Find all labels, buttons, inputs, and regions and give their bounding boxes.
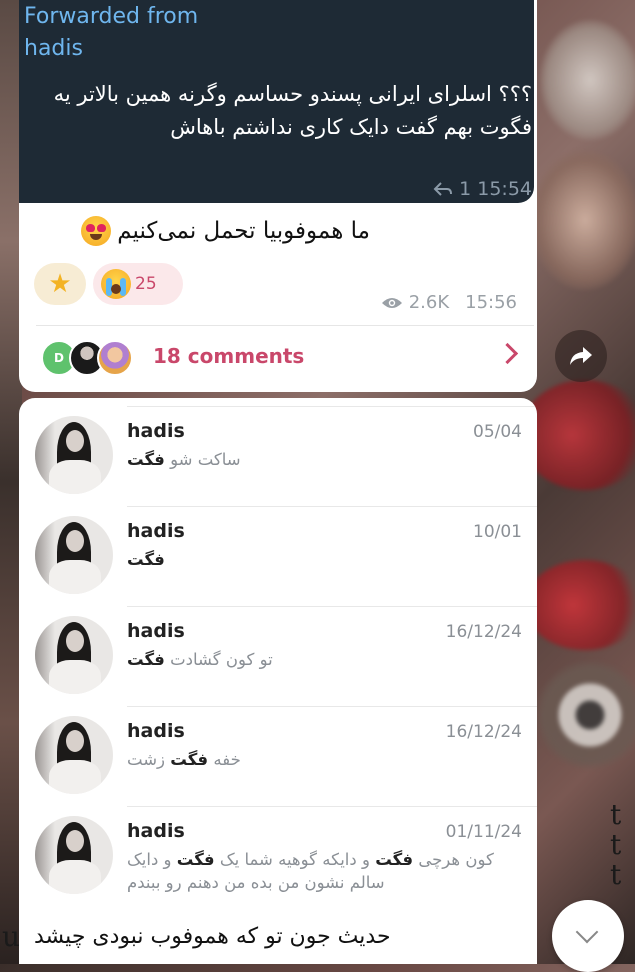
- comment-date: 10/01: [473, 522, 522, 542]
- forwarded-reply-count: 1: [459, 178, 472, 200]
- background-image: [535, 660, 635, 770]
- comments-button[interactable]: D 18 comments: [19, 326, 537, 392]
- forwarded-text: ؟؟؟ اسلرای ایرانی پسندو حساسم وگرنه همین…: [53, 82, 532, 139]
- background-image: [540, 20, 635, 140]
- background-letters: ttt: [610, 798, 622, 891]
- heart-eyes-emoji-icon: [81, 216, 112, 246]
- comment-text: فگت: [127, 548, 522, 571]
- caption-text: ما هموفوبیا تحمل نمی‌کنیم: [117, 218, 370, 244]
- comment-text: کون هرچی فگت و دایکه گوهیه شما یک فگت و …: [127, 848, 522, 894]
- comment-text: حدیث جون تو که هموفوب نبودی چیشد: [34, 924, 391, 949]
- star-icon: ★: [48, 269, 72, 299]
- comment-text-part: زشت: [127, 750, 171, 769]
- comment-text-highlight: فگت: [127, 450, 165, 469]
- chevron-down-icon: [575, 920, 599, 944]
- comment-author[interactable]: hadis: [127, 820, 185, 842]
- list-item[interactable]: hadis 01/11/24 کون هرچی فگت و دایکه گوهی…: [19, 798, 537, 918]
- avatar[interactable]: [35, 816, 113, 894]
- post-time: 15:56: [465, 292, 517, 313]
- comment-date: 16/12/24: [445, 622, 522, 642]
- divider: [127, 406, 537, 407]
- comment-author[interactable]: hadis: [127, 720, 185, 742]
- comment-date: 05/04: [473, 422, 522, 442]
- divider: [127, 806, 537, 807]
- post-views: 2.6K 15:56: [381, 292, 517, 313]
- comment-text-highlight: فگت: [127, 650, 165, 669]
- forwarded-meta: 1 15:54: [433, 178, 532, 200]
- reply-arrow-icon: [433, 182, 453, 196]
- chevron-right-icon: [496, 342, 519, 365]
- background-image: [530, 150, 635, 290]
- comment-text: تو کون گشادت فگت: [127, 648, 522, 671]
- comments-count-label: 18 comments: [153, 344, 305, 368]
- comment-text-highlight: فگت: [375, 850, 414, 869]
- comment-text-highlight: فگت: [127, 550, 165, 569]
- divider: [127, 506, 537, 507]
- share-button[interactable]: [555, 330, 607, 382]
- eye-icon: [381, 297, 402, 308]
- forwarded-time: 15:54: [477, 178, 532, 200]
- avatar[interactable]: [35, 716, 113, 794]
- reaction-crying[interactable]: 25: [93, 263, 183, 305]
- comment-text-highlight: فگت: [170, 750, 209, 769]
- comment-text-part: تو کون گشادت: [164, 650, 273, 669]
- divider: [127, 606, 537, 607]
- avatar[interactable]: [35, 616, 113, 694]
- post-caption: ما هموفوبیا تحمل نمی‌کنیم: [30, 216, 370, 246]
- reaction-star[interactable]: ★: [34, 263, 86, 305]
- comment-text-part: کون هرچی: [413, 850, 494, 869]
- list-item[interactable]: hadis 16/12/24 خفه فگت زشت: [19, 698, 537, 798]
- forwarded-message[interactable]: Forwarded from hadis ؟؟؟ اسلرای ایرانی پ…: [19, 0, 534, 203]
- comment-text: ساکت شو فگت: [127, 448, 522, 471]
- avatar[interactable]: [35, 516, 113, 594]
- list-item[interactable]: hadis 10/01 فگت: [19, 498, 537, 598]
- scroll-down-button[interactable]: [552, 900, 624, 972]
- comments-list[interactable]: hadis 05/04 ساکت شو فگت hadis 10/01 فگت …: [19, 398, 537, 964]
- comment-text: خفه فگت زشت: [127, 748, 522, 771]
- comment-text-part: خفه: [208, 750, 241, 769]
- comment-author[interactable]: hadis: [127, 520, 185, 542]
- comment-date: 01/11/24: [445, 822, 522, 842]
- comment-date: 16/12/24: [445, 722, 522, 742]
- comment-text-part: ساکت شو: [164, 450, 241, 469]
- background-image: [520, 380, 635, 490]
- avatar[interactable]: [35, 416, 113, 494]
- comment-author[interactable]: hadis: [127, 420, 185, 442]
- avatar: [97, 340, 133, 376]
- forwarded-label: Forwarded from: [24, 4, 199, 29]
- list-item[interactable]: hadis 05/04 ساکت شو فگت: [19, 398, 537, 498]
- comment-author[interactable]: hadis: [127, 620, 185, 642]
- comment-text-part: و دایکه گوهیه شما یک: [214, 850, 376, 869]
- crying-face-icon: [101, 269, 131, 299]
- reaction-count: 25: [135, 274, 157, 294]
- comment-text-highlight: فگت: [176, 850, 215, 869]
- divider: [127, 706, 537, 707]
- view-count: 2.6K: [408, 292, 450, 313]
- forward-arrow-icon: [570, 347, 592, 365]
- forwarded-sender-name[interactable]: hadis: [24, 35, 83, 63]
- background-letters: u: [2, 920, 21, 953]
- list-item[interactable]: hadis 16/12/24 تو کون گشادت فگت: [19, 598, 537, 698]
- background-image: [525, 560, 635, 650]
- commenter-avatars: D: [41, 340, 141, 378]
